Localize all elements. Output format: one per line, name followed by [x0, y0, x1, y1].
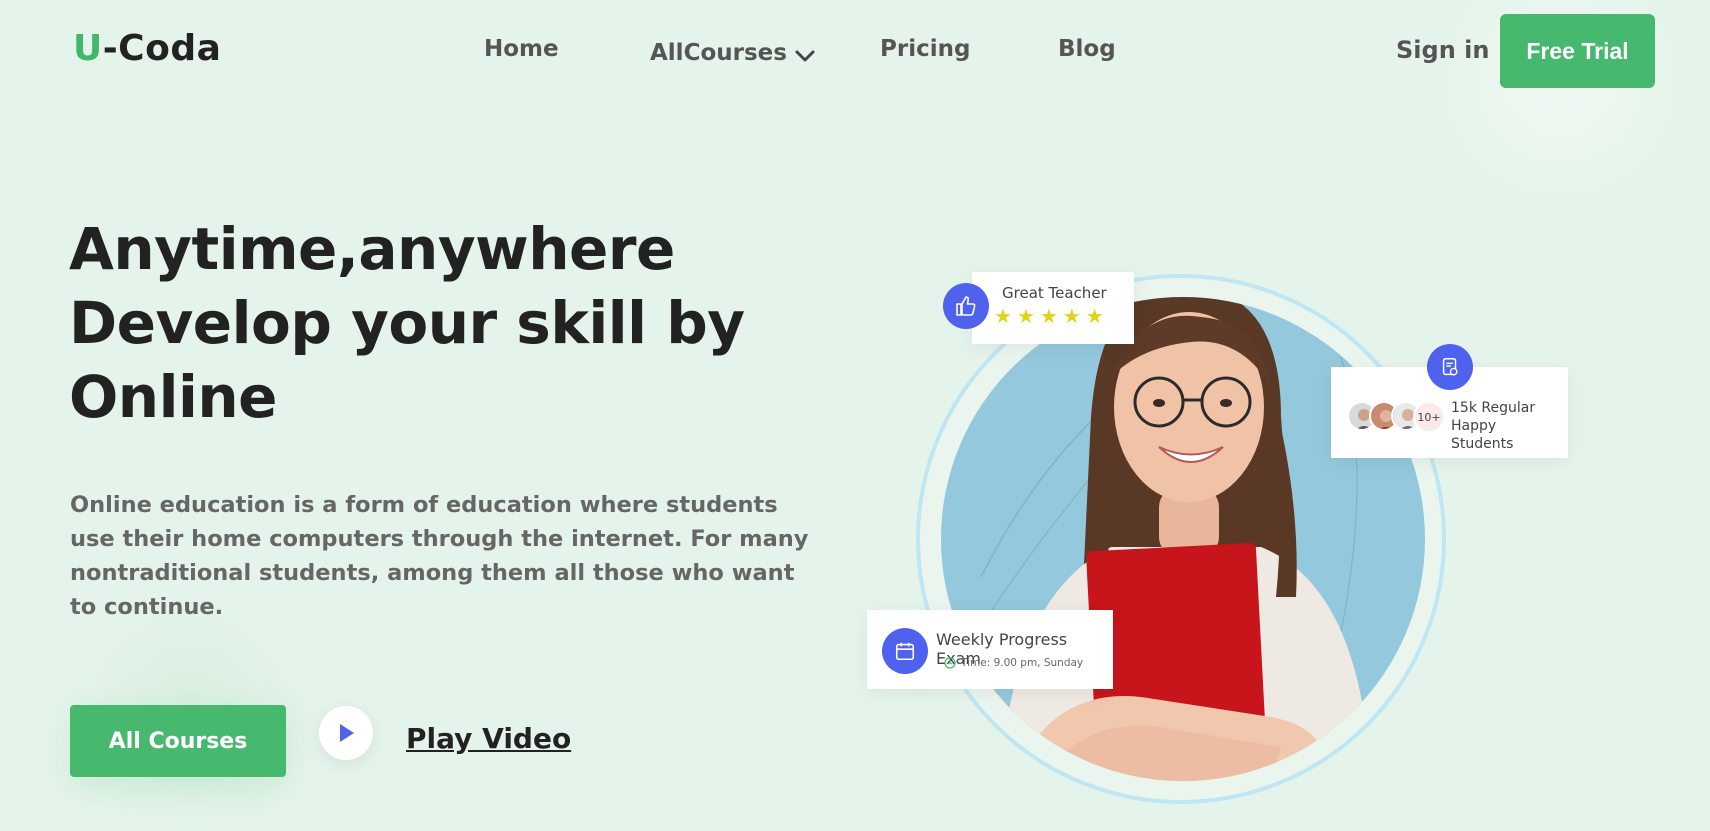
- sign-in-link[interactable]: Sign in: [1396, 36, 1489, 64]
- exam-time: Time: 9.00 pm, Sunday: [944, 657, 1083, 669]
- logo-letter: U: [73, 28, 103, 69]
- clock-icon: [944, 657, 956, 669]
- hero-title: Anytime,anywhere Develop your skill by O…: [69, 212, 829, 434]
- great-teacher-label: Great Teacher: [1002, 284, 1107, 302]
- nav-all-courses[interactable]: AllCourses: [650, 40, 815, 66]
- nav-home[interactable]: Home: [484, 36, 559, 62]
- play-icon: [340, 724, 354, 742]
- students-line-2: Happy Students: [1451, 418, 1514, 452]
- free-trial-button[interactable]: Free Trial: [1500, 14, 1655, 88]
- play-video-link[interactable]: Play Video: [406, 722, 571, 755]
- star-icon: ★: [1062, 304, 1081, 328]
- star-icon: ★: [1039, 304, 1058, 328]
- hero-description: Online education is a form of education …: [70, 492, 809, 620]
- chevron-down-icon: [795, 50, 815, 62]
- nav-pricing[interactable]: Pricing: [880, 36, 970, 62]
- play-video-button[interactable]: [319, 706, 373, 760]
- students-line-1: 15k Regular: [1451, 400, 1536, 416]
- weekly-exam-card: Weekly Progress Exam Time: 9.00 pm, Sund…: [867, 610, 1113, 689]
- all-courses-button[interactable]: All Courses: [70, 705, 286, 777]
- logo-text: -Coda: [102, 28, 222, 69]
- hero-title-line: Develop your skill by: [69, 289, 745, 357]
- great-teacher-card: Great Teacher ★ ★ ★ ★ ★: [972, 272, 1134, 344]
- certificate-icon: [1427, 344, 1473, 390]
- star-icon: ★: [994, 304, 1012, 328]
- nav-blog[interactable]: Blog: [1058, 36, 1116, 62]
- student-avatars: 10+: [1347, 401, 1445, 433]
- rating-stars: ★ ★ ★ ★ ★: [994, 306, 1104, 326]
- calendar-icon: [882, 628, 928, 674]
- star-icon: ★: [1085, 304, 1104, 328]
- thumbs-up-icon: [943, 283, 989, 329]
- hero-title-line: Online: [69, 363, 278, 431]
- hero-title-line: Anytime,anywhere: [69, 215, 675, 283]
- exam-time-text: Time: 9.00 pm, Sunday: [961, 657, 1084, 669]
- nav-all-courses-label: AllCourses: [650, 40, 787, 66]
- student-count-badge: 10+: [1413, 401, 1445, 433]
- site-logo[interactable]: U-Coda: [73, 28, 221, 69]
- star-icon: ★: [1016, 304, 1035, 328]
- happy-students-label: 15k Regular Happy Students: [1451, 399, 1561, 453]
